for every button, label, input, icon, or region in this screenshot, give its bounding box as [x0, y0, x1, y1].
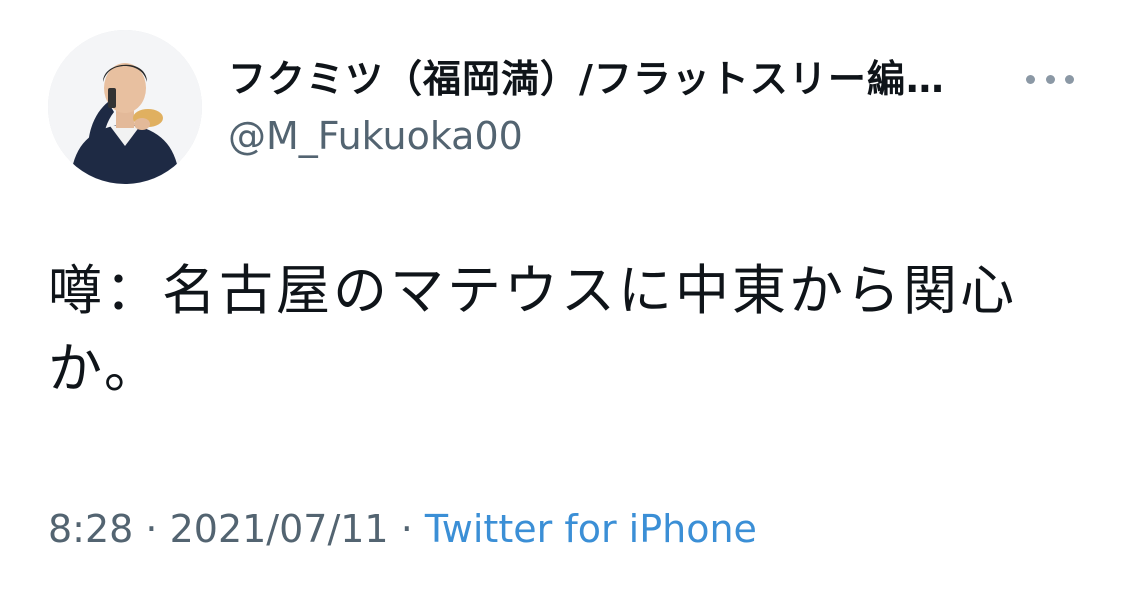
- tweet-time[interactable]: 8:28: [48, 507, 133, 551]
- more-options-button[interactable]: [1026, 60, 1074, 98]
- meta-separator: ·: [388, 507, 425, 551]
- tweet-text: 噂：名古屋のマテウスに中東から関心か。: [48, 259, 1017, 400]
- avatar-photo-icon: [48, 30, 202, 184]
- more-dot-icon: [1065, 74, 1074, 84]
- more-dot-icon: [1026, 74, 1035, 84]
- author-display-name[interactable]: フクミツ（福岡満）/フラットスリー編…: [228, 54, 1018, 104]
- tweet-source-link[interactable]: Twitter for iPhone: [425, 507, 757, 551]
- author-avatar[interactable]: [48, 30, 202, 184]
- tweet-meta: 8:28 · 2021/07/11 · Twitter for iPhone: [48, 505, 757, 553]
- tweet-date[interactable]: 2021/07/11: [170, 507, 389, 551]
- tweet-card: フクミツ（福岡満）/フラットスリー編… @M_Fukuoka00 噂：名古屋のマ…: [0, 0, 1125, 589]
- author-handle[interactable]: @M_Fukuoka00: [228, 112, 523, 160]
- meta-separator: ·: [133, 507, 170, 551]
- more-dot-icon: [1045, 74, 1055, 84]
